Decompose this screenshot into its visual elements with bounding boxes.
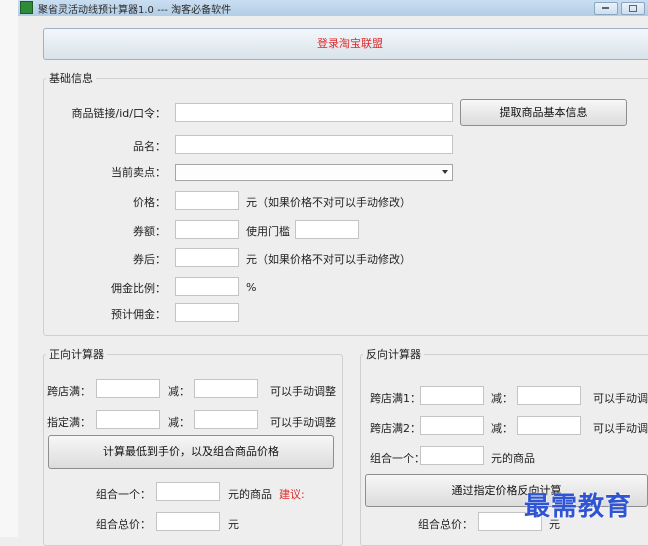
fwd-minus-input-2[interactable] [194, 410, 258, 429]
fwd-cross-store-input[interactable] [96, 379, 160, 398]
price-label: 价格： [133, 196, 166, 209]
rev-cross-store-2-input[interactable] [420, 416, 484, 435]
rev-cross-store-2-label: 跨店满2： [370, 422, 421, 435]
fwd-cross-store-label: 跨店满： [47, 385, 91, 398]
fetch-product-info-button[interactable]: 提取商品基本信息 [460, 99, 627, 126]
after-coupon-note: 元（如果价格不对可以手动修改） [246, 253, 411, 266]
coupon-input[interactable] [175, 220, 239, 239]
fwd-minus-label-2: 减： [168, 416, 190, 429]
seller-point-select[interactable] [175, 164, 453, 181]
basic-info-legend: 基础信息 [49, 72, 93, 85]
fwd-combo-input[interactable] [156, 482, 220, 501]
after-coupon-label: 券后： [133, 253, 166, 266]
rev-manual-note-2: 可以手动调整 [593, 422, 648, 435]
rev-manual-note-1: 可以手动调整 [593, 392, 648, 405]
window-title: 聚省灵活动线预计算器1.0 --- 淘客必备软件 [38, 5, 232, 16]
threshold-label: 使用门槛 [246, 225, 290, 238]
commission-rate-input[interactable] [175, 277, 239, 296]
fwd-combo-unit: 元的商品 [228, 488, 272, 501]
est-commission-input[interactable] [175, 303, 239, 322]
watermark-text: 最需教育 [524, 492, 633, 522]
maximize-icon [629, 5, 637, 12]
rev-minus-label-2: 减： [491, 422, 513, 435]
price-note: 元（如果价格不对可以手动修改） [246, 196, 411, 209]
fwd-designated-input[interactable] [96, 410, 160, 429]
fwd-designated-label: 指定满： [47, 416, 91, 429]
rev-combo-label: 组合一个： [370, 452, 425, 465]
left-panel-strip [0, 0, 18, 537]
rev-minus-input-1[interactable] [517, 386, 581, 405]
product-name-label: 品名： [133, 140, 166, 153]
product-link-input[interactable] [175, 103, 453, 122]
fwd-minus-input-1[interactable] [194, 379, 258, 398]
seller-point-label: 当前卖点： [111, 166, 166, 179]
commission-rate-label: 佣金比例： [111, 282, 166, 295]
calc-lowest-price-button[interactable]: 计算最低到手价，以及组合商品价格 [48, 435, 334, 469]
minimize-button[interactable] [594, 2, 618, 15]
suggestion-label: 建议: [279, 488, 305, 501]
percent-sign: % [246, 281, 257, 294]
login-taobao-alliance-button[interactable]: 登录淘宝联盟 [43, 28, 648, 60]
after-coupon-input[interactable] [175, 248, 239, 267]
fwd-manual-note-2: 可以手动调整 [270, 416, 336, 429]
chevron-down-icon [442, 170, 448, 174]
coupon-label: 券额： [133, 225, 166, 238]
est-commission-label: 预计佣金： [111, 308, 166, 321]
fwd-total-unit: 元 [228, 518, 239, 531]
rev-total-label: 组合总价： [418, 518, 473, 531]
product-link-label: 商品链接/id/口令： [71, 107, 166, 120]
fwd-manual-note-1: 可以手动调整 [270, 385, 336, 398]
rev-combo-input[interactable] [420, 446, 484, 465]
rev-cross-store-1-label: 跨店满1： [370, 392, 421, 405]
rev-minus-input-2[interactable] [517, 416, 581, 435]
title-bar: 聚省灵活动线预计算器1.0 --- 淘客必备软件 [18, 0, 648, 16]
forward-calculator-legend: 正向计算器 [49, 348, 104, 361]
fwd-minus-label-1: 减： [168, 385, 190, 398]
fwd-combo-label: 组合一个： [96, 488, 151, 501]
minimize-icon [602, 7, 609, 9]
maximize-button[interactable] [621, 2, 645, 15]
rev-minus-label-1: 减： [491, 392, 513, 405]
fwd-total-input[interactable] [156, 512, 220, 531]
fwd-total-label: 组合总价： [96, 518, 151, 531]
reverse-calculator-legend: 反向计算器 [366, 348, 421, 361]
product-name-input[interactable] [175, 135, 453, 154]
app-logo-icon [20, 1, 33, 14]
rev-cross-store-1-input[interactable] [420, 386, 484, 405]
price-input[interactable] [175, 191, 239, 210]
rev-combo-unit: 元的商品 [491, 452, 535, 465]
threshold-input[interactable] [295, 220, 359, 239]
